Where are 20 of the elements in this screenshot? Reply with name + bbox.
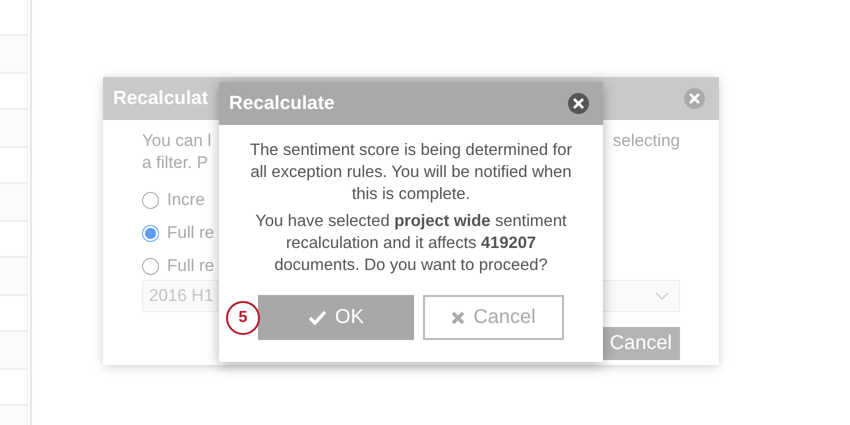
description-text: You can l xyxy=(142,130,212,152)
dialog-title: Recalculate xyxy=(229,92,335,114)
close-icon xyxy=(451,310,466,324)
cancel-button[interactable]: Cancel xyxy=(602,327,680,360)
description-text: a filter. P xyxy=(142,153,208,172)
option-label: Incre xyxy=(167,189,205,211)
radio-button[interactable] xyxy=(142,224,159,242)
option-label: Full re xyxy=(167,222,214,244)
description-text: selecting xyxy=(612,130,680,152)
message-text: You have selected project wide sentiment recalculation and it affects 419207 documents. Do you want to proceed? xyxy=(254,211,568,276)
radio-button[interactable] xyxy=(142,192,159,208)
check-icon xyxy=(308,310,328,325)
chevron-icon xyxy=(655,292,669,300)
cancel-button[interactable]: Cancel xyxy=(423,295,564,340)
message-text: The sentiment score is being determined for all exception rules. You will be notified when this is complete. xyxy=(249,140,573,205)
close-icon[interactable] xyxy=(568,93,589,114)
step-badge: 5 xyxy=(226,301,260,335)
ok-button[interactable]: OK xyxy=(258,295,414,340)
radio-button[interactable] xyxy=(142,258,159,274)
option-label: Full re xyxy=(167,255,214,277)
